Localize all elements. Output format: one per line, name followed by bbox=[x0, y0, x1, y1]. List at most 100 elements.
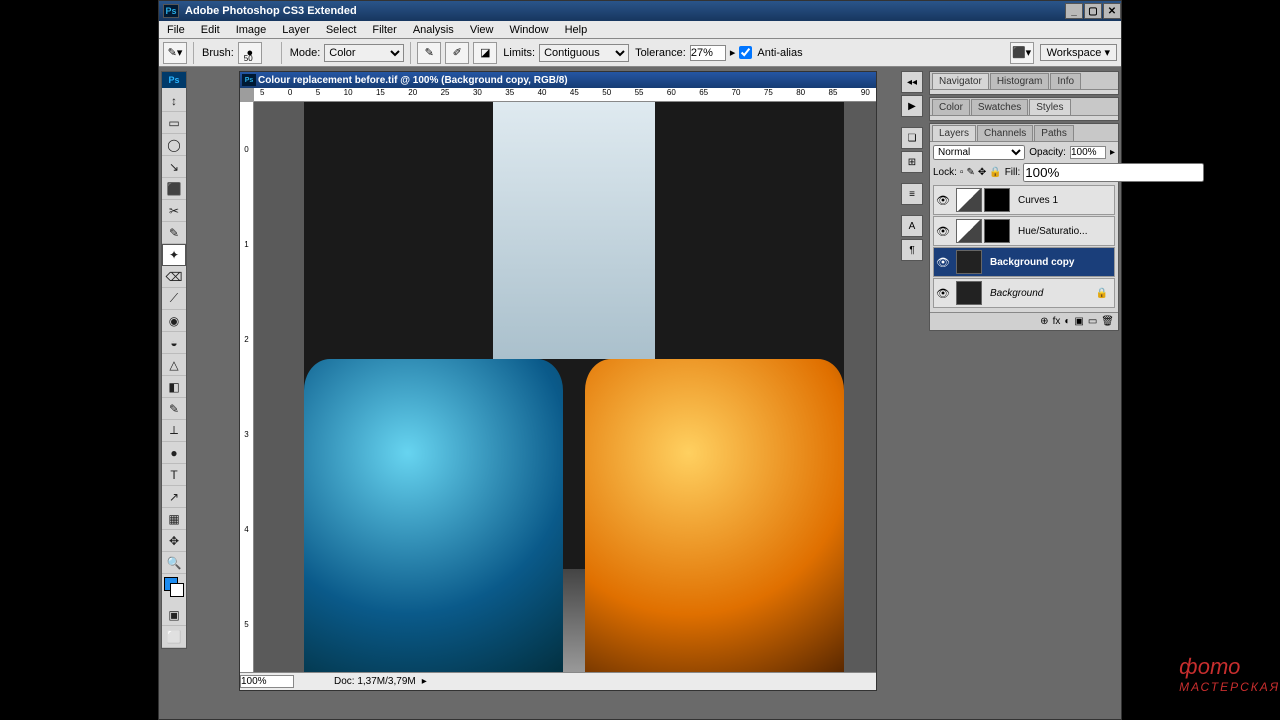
layer-name[interactable]: Background copy bbox=[986, 257, 1074, 268]
lock-all-icon[interactable]: 🔒 bbox=[989, 167, 1001, 178]
menu-select[interactable]: Select bbox=[318, 24, 365, 36]
tab-color[interactable]: Color bbox=[932, 99, 970, 115]
go-bridge-icon[interactable]: ⬛▾ bbox=[1010, 42, 1034, 64]
stamp-tool[interactable]: ⌫ bbox=[162, 266, 186, 288]
layer-name[interactable]: Curves 1 bbox=[1014, 195, 1058, 206]
menu-image[interactable]: Image bbox=[228, 24, 275, 36]
layer-row[interactable]: 👁 Hue/Saturatio... bbox=[933, 216, 1115, 246]
antialias-checkbox[interactable] bbox=[739, 46, 752, 59]
close-button[interactable]: ✕ bbox=[1103, 3, 1121, 19]
doc-info-arrow-icon[interactable]: ▸ bbox=[422, 676, 427, 687]
blend-mode-select[interactable]: Normal bbox=[933, 145, 1025, 160]
visibility-icon[interactable]: 👁 bbox=[934, 287, 952, 300]
dock-actions-icon[interactable]: ▶ bbox=[901, 95, 923, 117]
canvas[interactable] bbox=[254, 102, 876, 672]
menu-file[interactable]: File bbox=[159, 24, 193, 36]
minimize-button[interactable]: _ bbox=[1065, 3, 1083, 19]
menu-window[interactable]: Window bbox=[501, 24, 556, 36]
ps-logo-icon: Ps bbox=[162, 72, 186, 88]
background-color[interactable] bbox=[170, 583, 184, 597]
dock-brushes-icon[interactable]: ❏ bbox=[901, 127, 923, 149]
tab-info[interactable]: Info bbox=[1050, 73, 1081, 89]
dock-paragraph-icon[interactable]: ¶ bbox=[901, 239, 923, 261]
sampling-once-icon[interactable]: ✐ bbox=[445, 42, 469, 64]
lock-trans-icon[interactable]: ▫ bbox=[960, 167, 964, 178]
tolerance-arrow-icon[interactable]: ▸ bbox=[730, 46, 736, 59]
color-swatches[interactable] bbox=[162, 574, 186, 604]
marquee-tool[interactable]: ▭ bbox=[162, 112, 186, 134]
shape-tool[interactable]: T bbox=[162, 464, 186, 486]
mode-select[interactable]: Color bbox=[324, 44, 404, 62]
opacity-arrow-icon[interactable]: ▸ bbox=[1110, 147, 1115, 158]
fill-input[interactable] bbox=[1023, 163, 1204, 182]
sampling-continuous-icon[interactable]: ✎ bbox=[417, 42, 441, 64]
dock-clone-icon[interactable]: ⊞ bbox=[901, 151, 923, 173]
maximize-button[interactable]: ▢ bbox=[1084, 3, 1102, 19]
blur-tool[interactable]: △ bbox=[162, 354, 186, 376]
tab-histogram[interactable]: Histogram bbox=[990, 73, 1050, 89]
quickmask-icon[interactable]: ▣ bbox=[162, 604, 186, 626]
lock-pixels-icon[interactable]: ✎ bbox=[966, 167, 974, 178]
notes-tool[interactable]: ↗ bbox=[162, 486, 186, 508]
visibility-icon[interactable]: 👁 bbox=[934, 225, 952, 238]
dock-character-icon[interactable]: A bbox=[901, 215, 923, 237]
pen-tool[interactable]: ✎ bbox=[162, 398, 186, 420]
dock-expand-icon[interactable]: ◂◂ bbox=[901, 71, 923, 93]
type-tool[interactable]: ⟂ bbox=[162, 420, 186, 442]
trash-icon[interactable]: 🗑 bbox=[1101, 316, 1114, 327]
adjustment-icon[interactable]: ▣ bbox=[1074, 316, 1083, 327]
menu-layer[interactable]: Layer bbox=[274, 24, 318, 36]
opacity-input[interactable] bbox=[1070, 146, 1106, 159]
layer-name[interactable]: Background bbox=[986, 288, 1043, 299]
layer-row[interactable]: 👁 Background 🔒 bbox=[933, 278, 1115, 308]
zoom-tool[interactable]: 🔍 bbox=[162, 552, 186, 574]
lasso-tool[interactable]: ◯ bbox=[162, 134, 186, 156]
history-brush-tool[interactable]: ⟋ bbox=[162, 288, 186, 310]
tab-channels[interactable]: Channels bbox=[977, 125, 1033, 141]
mode-label: Mode: bbox=[290, 47, 321, 59]
eyedropper-tool[interactable]: ▦ bbox=[162, 508, 186, 530]
dock-tools-icon[interactable]: ≡ bbox=[901, 183, 923, 205]
tab-paths[interactable]: Paths bbox=[1034, 125, 1074, 141]
slice-tool[interactable]: ✂ bbox=[162, 200, 186, 222]
layer-name[interactable]: Hue/Saturatio... bbox=[1014, 226, 1087, 237]
layer-row[interactable]: 👁 Curves 1 bbox=[933, 185, 1115, 215]
gradient-tool[interactable]: ◒ bbox=[162, 332, 186, 354]
crop-tool[interactable]: ⬛ bbox=[162, 178, 186, 200]
brush-tool[interactable]: ✦ bbox=[162, 244, 186, 266]
eraser-tool[interactable]: ◉ bbox=[162, 310, 186, 332]
tab-navigator[interactable]: Navigator bbox=[932, 73, 989, 89]
lock-position-icon[interactable]: ✥ bbox=[978, 167, 986, 178]
zoom-input[interactable] bbox=[240, 675, 294, 688]
menu-analysis[interactable]: Analysis bbox=[405, 24, 462, 36]
menu-help[interactable]: Help bbox=[557, 24, 596, 36]
visibility-icon[interactable]: 👁 bbox=[934, 194, 952, 207]
quick-select-tool[interactable]: ↘ bbox=[162, 156, 186, 178]
healing-tool[interactable]: ✎ bbox=[162, 222, 186, 244]
hand-tool[interactable]: ✥ bbox=[162, 530, 186, 552]
tab-styles[interactable]: Styles bbox=[1029, 99, 1070, 115]
tab-swatches[interactable]: Swatches bbox=[971, 99, 1028, 115]
path-tool[interactable]: ● bbox=[162, 442, 186, 464]
document-titlebar[interactable]: Ps Colour replacement before.tif @ 100% … bbox=[240, 72, 876, 88]
dodge-tool[interactable]: ◧ bbox=[162, 376, 186, 398]
visibility-icon[interactable]: 👁 bbox=[934, 256, 952, 269]
menu-view[interactable]: View bbox=[462, 24, 502, 36]
move-tool[interactable]: ↕ bbox=[162, 90, 186, 112]
link-layers-icon[interactable]: ⊕ bbox=[1040, 316, 1048, 327]
tolerance-input[interactable] bbox=[690, 45, 726, 61]
layer-row[interactable]: 👁 Background copy bbox=[933, 247, 1115, 277]
fill-arrow-icon[interactable]: ▸ bbox=[1207, 167, 1212, 178]
menu-edit[interactable]: Edit bbox=[193, 24, 228, 36]
sampling-swatch-icon[interactable]: ◪ bbox=[473, 42, 497, 64]
new-layer-icon[interactable]: ▭ bbox=[1088, 316, 1097, 327]
workspace-button[interactable]: Workspace ▾ bbox=[1040, 44, 1117, 61]
limits-select[interactable]: Contiguous bbox=[539, 44, 629, 62]
menu-filter[interactable]: Filter bbox=[364, 24, 404, 36]
mask-icon[interactable]: ◐ bbox=[1064, 316, 1070, 327]
screenmode-icon[interactable]: ⬜ bbox=[162, 626, 186, 648]
tab-layers[interactable]: Layers bbox=[932, 125, 976, 141]
tool-preset-button[interactable]: ✎▾ bbox=[163, 42, 187, 64]
document-title: Colour replacement before.tif @ 100% (Ba… bbox=[258, 75, 568, 86]
fx-icon[interactable]: fx bbox=[1053, 316, 1061, 327]
